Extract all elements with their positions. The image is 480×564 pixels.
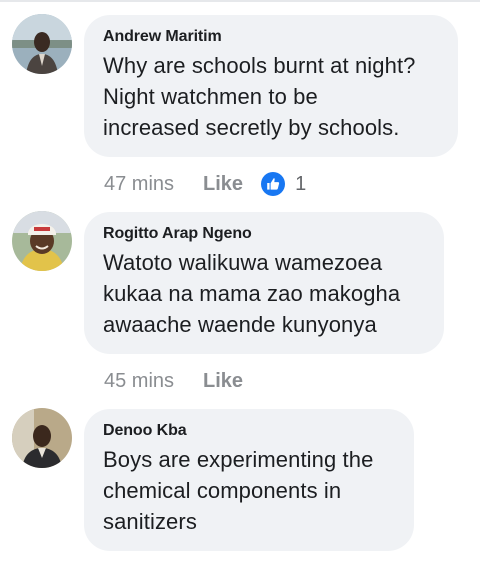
comment-text-line: kukaa na mama zao makogha <box>103 281 401 306</box>
comment-author[interactable]: Rogitto Arap Ngeno <box>103 224 424 244</box>
comment-timestamp[interactable]: 47 mins <box>104 173 174 196</box>
like-button[interactable]: Like <box>203 370 243 393</box>
like-button[interactable]: Like <box>203 173 243 196</box>
avatar[interactable] <box>12 211 72 271</box>
comment-author[interactable]: Denoo Kba <box>103 421 394 441</box>
avatar-photo-andrew <box>12 14 72 74</box>
thumbs-up-icon <box>261 172 286 196</box>
comment-bubble: Rogitto Arap Ngeno Watoto walikuwa wamez… <box>84 212 444 354</box>
comment-text-line: Watoto walikuwa wamezoea <box>103 250 383 275</box>
avatar-photo-denoo <box>12 408 72 468</box>
comment-text-line: sanitizers <box>103 509 197 534</box>
comment-text-line: increased secretly by schools. <box>103 115 400 140</box>
comment-bubble: Denoo Kba Boys are experimenting the che… <box>84 409 414 551</box>
avatar[interactable] <box>12 408 72 468</box>
comment-text-line: chemical components in <box>103 478 342 503</box>
comment-actions: 47 mins Like 1 <box>104 171 306 197</box>
comment-text-line: Why are schools burnt at night? <box>103 53 416 78</box>
comment-text-line: awaache waende kunyonya <box>103 312 377 337</box>
comment-text: Boys are experimenting the chemical comp… <box>103 444 394 537</box>
comment-text: Watoto walikuwa wamezoea kukaa na mama z… <box>103 247 424 340</box>
comment-text: Why are schools burnt at night? Night wa… <box>103 50 438 143</box>
avatar-photo-rogitto <box>12 211 72 271</box>
comment-timestamp[interactable]: 45 mins <box>104 370 174 393</box>
comment-actions: 45 mins Like <box>104 368 243 394</box>
comment-author[interactable]: Andrew Maritim <box>103 27 438 47</box>
top-divider <box>0 0 480 2</box>
avatar[interactable] <box>12 14 72 74</box>
comment-text-line: Boys are experimenting the <box>103 447 374 472</box>
comment-text-line: Night watchmen to be <box>103 84 318 109</box>
reaction-count: 1 <box>295 172 307 195</box>
reaction-summary[interactable]: 1 <box>261 172 306 196</box>
comment-bubble: Andrew Maritim Why are schools burnt at … <box>84 15 458 157</box>
